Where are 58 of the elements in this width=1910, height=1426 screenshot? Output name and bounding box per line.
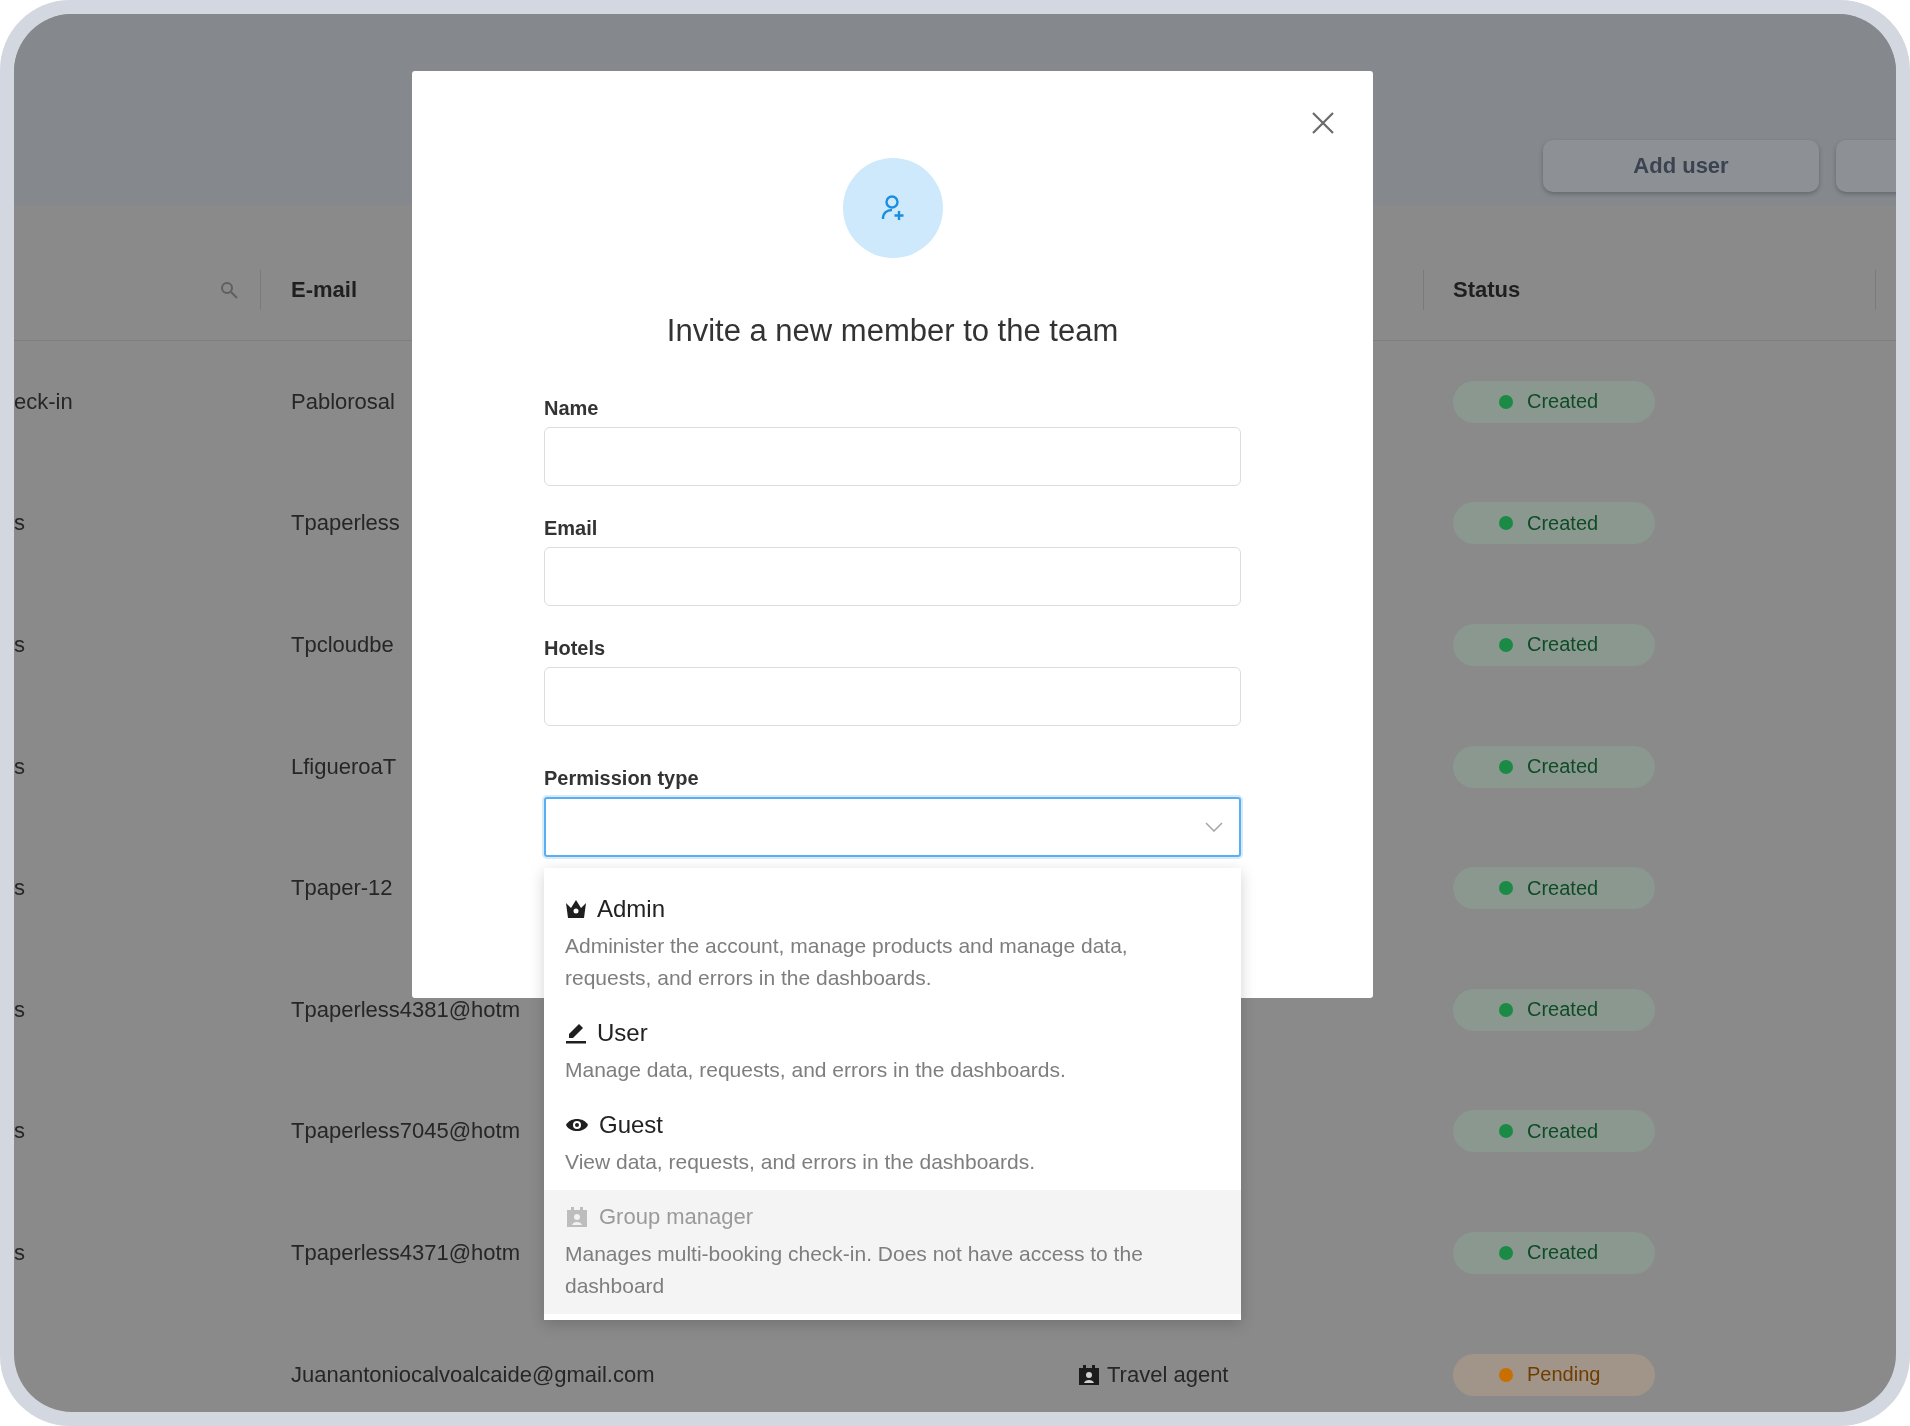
- email-cell: Tpaperless: [291, 510, 400, 537]
- email-cell: Pablorosal: [291, 388, 395, 415]
- field-label: Hotels: [544, 636, 606, 660]
- permission-select[interactable]: [544, 797, 1241, 857]
- option-description: Administer the account, manage products and manage data, requests, and errors in the dashboards.: [565, 933, 1129, 991]
- status-badge: Created: [1453, 624, 1655, 666]
- add-person-icon: [879, 194, 906, 222]
- status-badge: Created: [1453, 502, 1655, 545]
- option-title: Group manager: [599, 1204, 754, 1230]
- status-badge: Created: [1453, 1110, 1655, 1153]
- close-icon[interactable]: [1311, 111, 1335, 135]
- status-badge: Created: [1453, 867, 1655, 910]
- email-cell: Tpcloudbe: [291, 632, 394, 658]
- email-cell: Tpaperless4371@hotm: [291, 1239, 520, 1266]
- permission-option[interactable]: Guest View data, requests, and errors in the dashboards.: [544, 1098, 1241, 1190]
- field-label: Email: [544, 516, 598, 540]
- table-cell: s: [14, 1118, 25, 1145]
- table-cell: s: [14, 1239, 25, 1266]
- search-icon[interactable]: [220, 281, 238, 299]
- pencil-icon: [565, 1022, 587, 1044]
- table-cell: s: [14, 632, 25, 658]
- calendar-person-icon: [1077, 1363, 1101, 1386]
- status-badge: Pending: [1453, 1353, 1655, 1396]
- option-title: Guest: [599, 1111, 664, 1139]
- permission-option[interactable]: User Manage data, requests, and errors in the dashboards.: [544, 1006, 1241, 1098]
- table-cell: s: [14, 996, 25, 1023]
- option-description: View data, requests, and errors in the dashboards.: [565, 1149, 1037, 1175]
- option-title: Admin: [597, 895, 666, 923]
- email-cell: LfigueroaT: [291, 753, 397, 780]
- chevron-down-icon: [1205, 822, 1223, 832]
- status-badge: Created: [1453, 745, 1655, 788]
- status-badge: Created: [1453, 380, 1655, 423]
- field-label: Name: [544, 396, 599, 420]
- field-label: Permission type: [544, 766, 699, 790]
- input-field[interactable]: [544, 427, 1241, 486]
- email-cell: Tpaper-12: [291, 875, 393, 902]
- status-badge: Created: [1453, 988, 1655, 1031]
- status-badge: Created: [1453, 1231, 1655, 1274]
- table-cell: s: [14, 875, 25, 902]
- column-header: Status: [1453, 277, 1521, 303]
- crown-icon: [565, 899, 587, 919]
- table-cell: s: [14, 510, 25, 537]
- input-field[interactable]: [544, 667, 1241, 726]
- eye-icon: [565, 1117, 589, 1133]
- option-title: User: [597, 1019, 648, 1047]
- email-cell: Tpaperless7045@hotm: [291, 1118, 520, 1145]
- role-cell: Travel agent: [1107, 1361, 1229, 1388]
- permission-option[interactable]: Admin Administer the account, manage products and manage data, requests, and errors in the dashboards.: [544, 882, 1241, 1006]
- dialog-title: Invite a new member to the team: [666, 312, 1119, 350]
- table-cell: eck-in: [14, 388, 73, 415]
- calendar-person-icon: [565, 1206, 589, 1228]
- email-cell: Tpaperless4381@hotm: [291, 996, 520, 1023]
- input-field[interactable]: [544, 547, 1241, 606]
- option-description: Manage data, requests, and errors in the dashboards.: [565, 1057, 1067, 1083]
- column-header: E-mail: [291, 277, 358, 303]
- table-cell: s: [14, 753, 25, 780]
- email-cell: Juanantoniocalvoalcaide@gmail.com: [291, 1361, 655, 1388]
- option-description: Manages multi-booking check-in. Does not have access to the dashboard: [565, 1241, 1144, 1299]
